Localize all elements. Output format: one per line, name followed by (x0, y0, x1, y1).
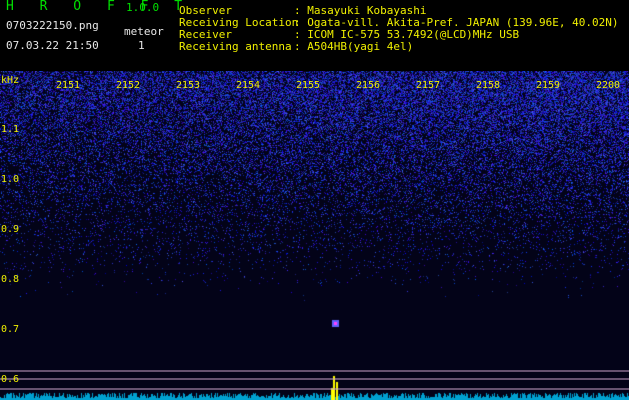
y-tick-label: 0.8 (1, 274, 20, 285)
antenna-value: : A504HB(yagi 4el) (294, 40, 414, 53)
x-tick-label: 2158 (476, 80, 501, 91)
app-version: 1.0.0 (126, 1, 160, 14)
x-tick-label: 2200 (596, 80, 621, 91)
x-tick-label: 2159 (536, 80, 561, 91)
x-tick-label: 2154 (236, 80, 261, 91)
x-tick-label: 2152 (116, 80, 141, 91)
x-tick-label: 2151 (56, 80, 81, 91)
header-panel: H R O F F T 1.0.0 0703222150.png 07.03.2… (0, 0, 629, 71)
y-tick-label: 0.7 (1, 324, 20, 335)
meteor-count: 1 (138, 39, 145, 52)
file-name: 0703222150.png (6, 19, 99, 32)
antenna-label: Receiving antenna (179, 40, 292, 53)
spectrogram-overlay (0, 370, 629, 390)
x-tick-label: 2155 (296, 80, 321, 91)
y-tick-label: 0.6 (1, 374, 20, 385)
capture-datetime: 07.03.22 21:50 (6, 39, 99, 52)
meteor-label: meteor (124, 25, 164, 38)
y-axis-unit: kHz (1, 75, 20, 86)
x-tick-label: 2157 (416, 80, 441, 91)
y-tick-label: 1.1 (1, 124, 20, 135)
app-title: H R O F F T (6, 0, 192, 14)
x-tick-label: 2153 (176, 80, 201, 91)
y-tick-label: 1.0 (1, 174, 20, 185)
x-tick-label: 2156 (356, 80, 381, 91)
spectrogram-plot: kHz 1.1 1.0 0.9 0.8 0.7 0.6 2151 2152 21… (0, 71, 629, 400)
y-tick-label: 0.9 (1, 224, 20, 235)
